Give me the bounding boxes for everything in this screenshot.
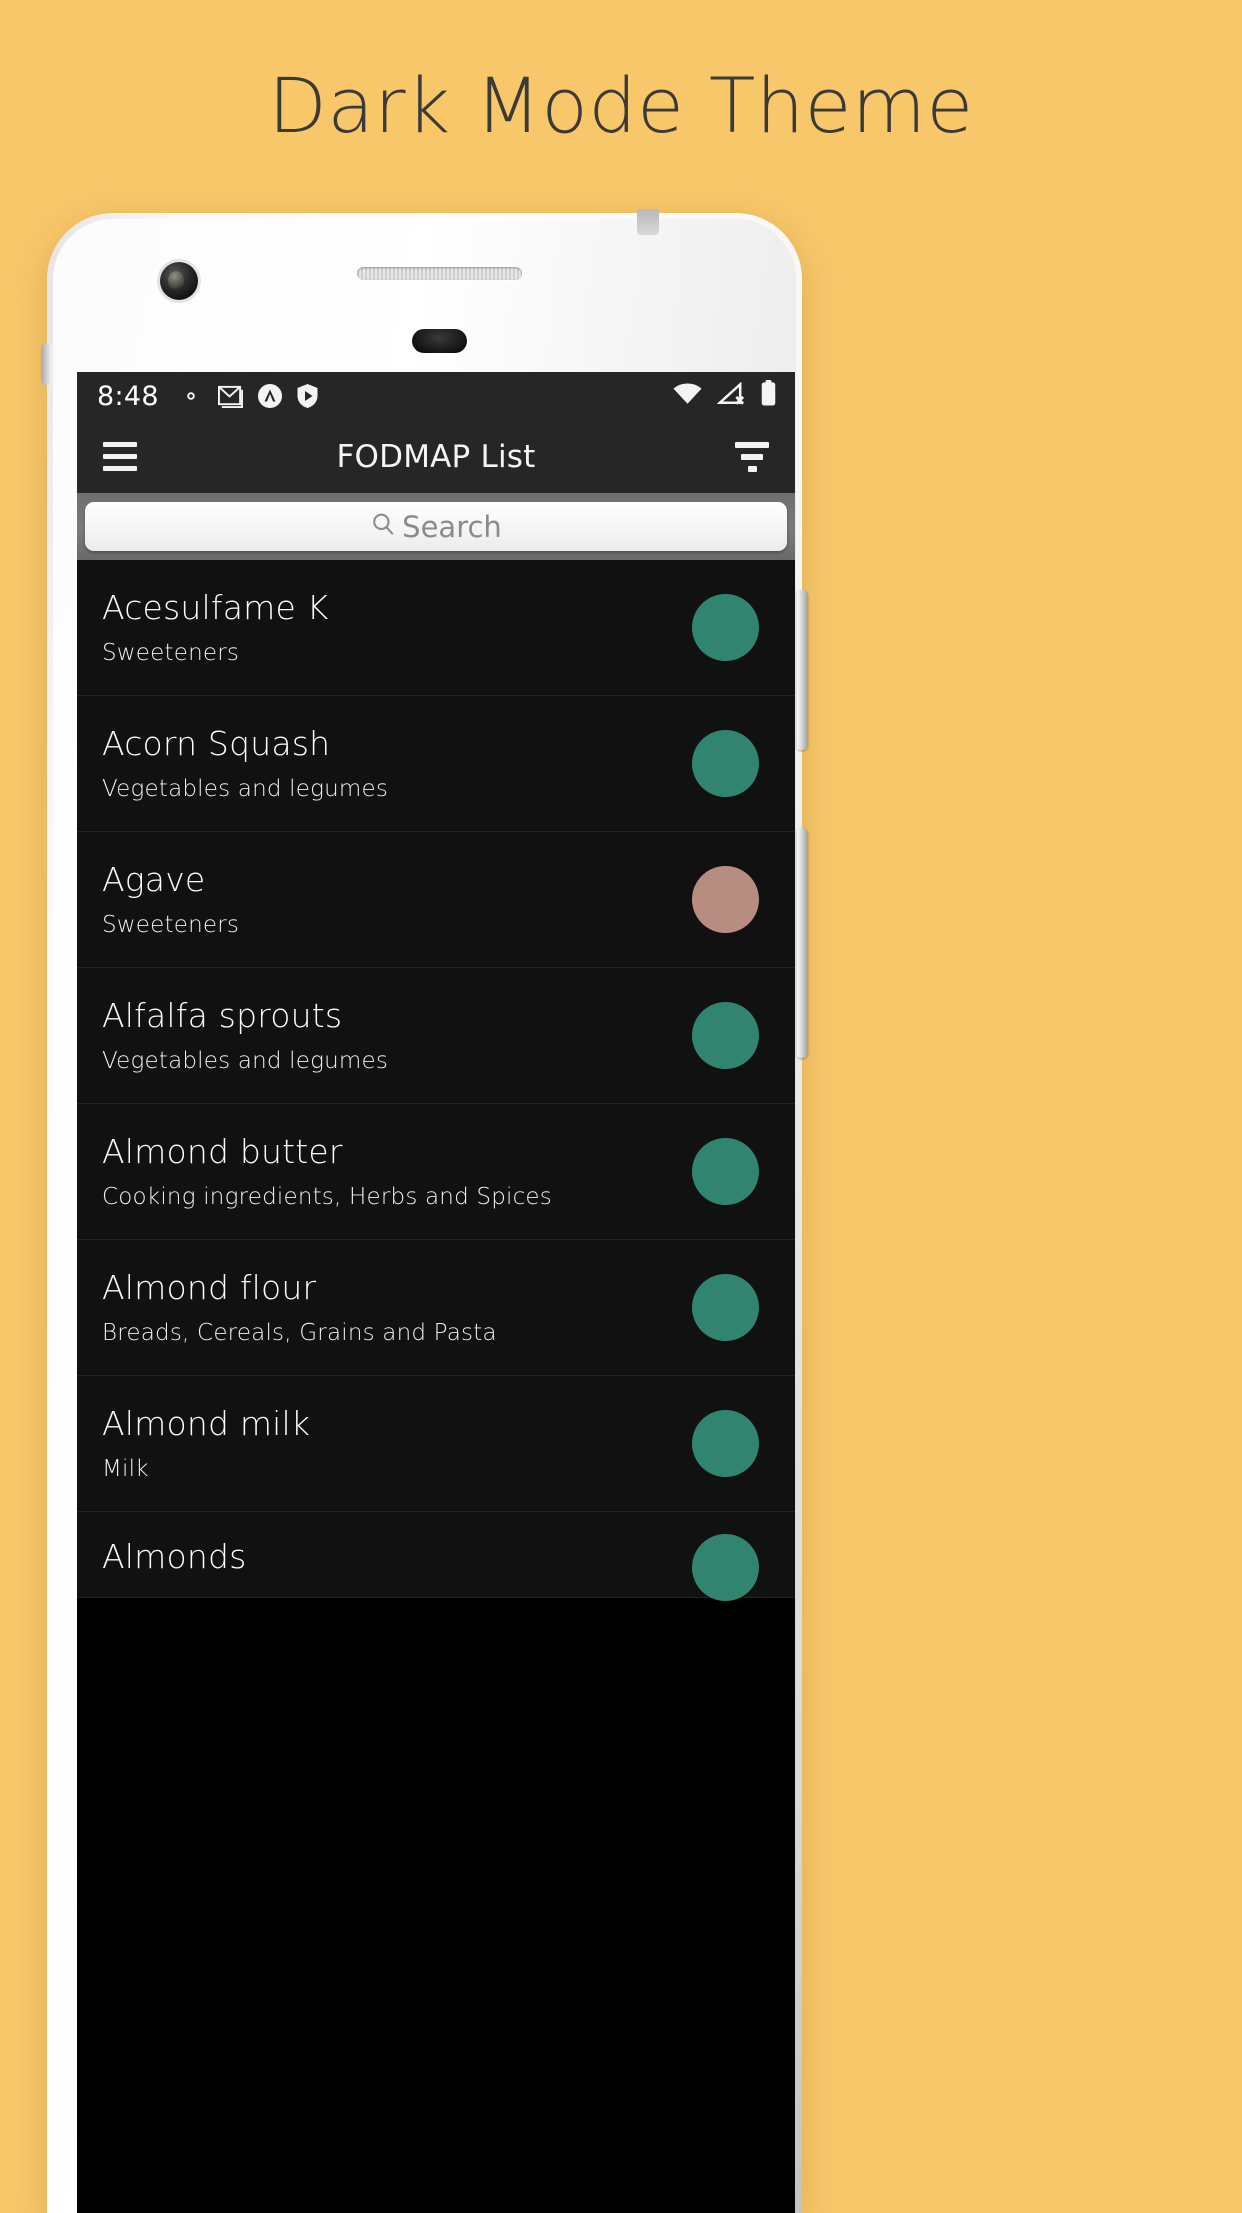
list-item-text: Almond butter Cooking ingredients, Herbs … <box>102 1133 692 1210</box>
hamburger-menu-icon[interactable] <box>103 442 137 471</box>
menu-bar-3 <box>103 466 137 471</box>
list-item-text: Agave Sweeteners <box>102 861 692 938</box>
filter-icon[interactable] <box>735 441 769 472</box>
list-item[interactable]: Almond milk Milk <box>77 1376 795 1512</box>
phone-screen: 8:48 FODMAP List Search Acesulfame K Swe… <box>77 372 795 2213</box>
filter-bar-3 <box>747 465 757 472</box>
list-item-name: Almond milk <box>102 1404 311 1444</box>
search-bar-container: Search <box>77 493 795 560</box>
circle-caret-up-icon <box>257 383 283 409</box>
list-item-category: Sweeteners <box>102 911 240 938</box>
list-item-text: Almonds <box>102 1538 692 1576</box>
list-item-text: Almond flour Breads, Cereals, Grains and … <box>102 1269 692 1346</box>
list-item[interactable]: Alfalfa sprouts Vegetables and legumes <box>77 968 795 1104</box>
list-item-category: Sweeteners <box>102 639 240 666</box>
list-item-name: Almonds <box>102 1537 247 1576</box>
list-item-text: Alfalfa sprouts Vegetables and legumes <box>102 997 692 1074</box>
status-badge <box>692 866 759 933</box>
list-item-text: Acesulfame K Sweeteners <box>102 589 692 666</box>
list-item[interactable]: Agave Sweeteners <box>77 832 795 968</box>
shield-play-icon <box>296 383 319 409</box>
camera-lens-glint <box>168 271 184 290</box>
status-badge <box>692 1274 759 1341</box>
app-bar: FODMAP List <box>77 420 795 493</box>
left-side-button[interactable] <box>41 343 52 385</box>
search-placeholder-text: Search <box>402 509 502 544</box>
list-item[interactable]: Almond flour Breads, Cereals, Grains and … <box>77 1240 795 1376</box>
menu-bar-1 <box>103 442 137 447</box>
list-item-category: Vegetables and legumes <box>102 1047 389 1074</box>
list-item[interactable]: Acesulfame K Sweeteners <box>77 560 795 696</box>
list-item[interactable]: Almond butter Cooking ingredients, Herbs … <box>77 1104 795 1240</box>
status-badge <box>692 594 759 661</box>
page-title: Dark Mode Theme <box>268 60 974 150</box>
search-input[interactable]: Search <box>85 502 787 551</box>
status-bar-right-icons <box>672 380 777 412</box>
earpiece-speaker-grille <box>357 267 522 280</box>
proximity-sensor <box>412 329 467 353</box>
list-item-name: Alfalfa sprouts <box>102 996 343 1036</box>
filter-bar-2 <box>741 453 763 460</box>
wifi-icon <box>672 382 703 411</box>
status-bar: 8:48 <box>77 372 795 420</box>
list-item-category: Milk <box>102 1455 149 1482</box>
battery-full-icon <box>760 380 777 412</box>
list-item-text: Almond milk Milk <box>102 1405 692 1482</box>
phone-mockup: 8:48 FODMAP List Search Acesulfame K Swe… <box>41 209 808 2213</box>
power-button[interactable] <box>797 590 808 750</box>
list-item-category: Vegetables and legumes <box>102 775 389 802</box>
list-item-text: Acorn Squash Vegetables and legumes <box>102 725 692 802</box>
gear-icon <box>178 383 204 409</box>
list-item[interactable]: Acorn Squash Vegetables and legumes <box>77 696 795 832</box>
gmail-icon <box>217 384 244 409</box>
cell-signal-no-sim-icon <box>716 381 746 411</box>
fodmap-food-list[interactable]: Acesulfame K Sweeteners Acorn Squash Vegeta… <box>77 560 795 1601</box>
status-badge <box>692 1002 759 1069</box>
app-bar-title: FODMAP List <box>336 438 536 475</box>
status-badge <box>692 730 759 797</box>
filter-bar-1 <box>735 441 769 448</box>
list-item-name: Agave <box>102 860 206 900</box>
list-item-name: Almond flour <box>102 1268 317 1308</box>
status-clock: 8:48 <box>97 380 159 412</box>
status-badge <box>692 1410 759 1477</box>
volume-rocker-button[interactable] <box>797 828 808 1058</box>
list-item-name: Acorn Squash <box>102 724 331 764</box>
status-badge <box>692 1138 759 1205</box>
menu-bar-2 <box>103 454 137 459</box>
search-icon <box>370 511 396 542</box>
list-item-name: Acesulfame K <box>102 588 329 628</box>
list-item-category: Cooking ingredients, Herbs and Spices <box>102 1183 552 1210</box>
status-badge <box>692 1534 759 1601</box>
list-item-category: Breads, Cereals, Grains and Pasta <box>102 1319 497 1346</box>
list-item-name: Almond butter <box>102 1132 343 1172</box>
front-camera-icon <box>160 262 198 300</box>
phone-antenna-band <box>637 209 659 235</box>
list-item[interactable]: Almonds <box>77 1512 795 1601</box>
